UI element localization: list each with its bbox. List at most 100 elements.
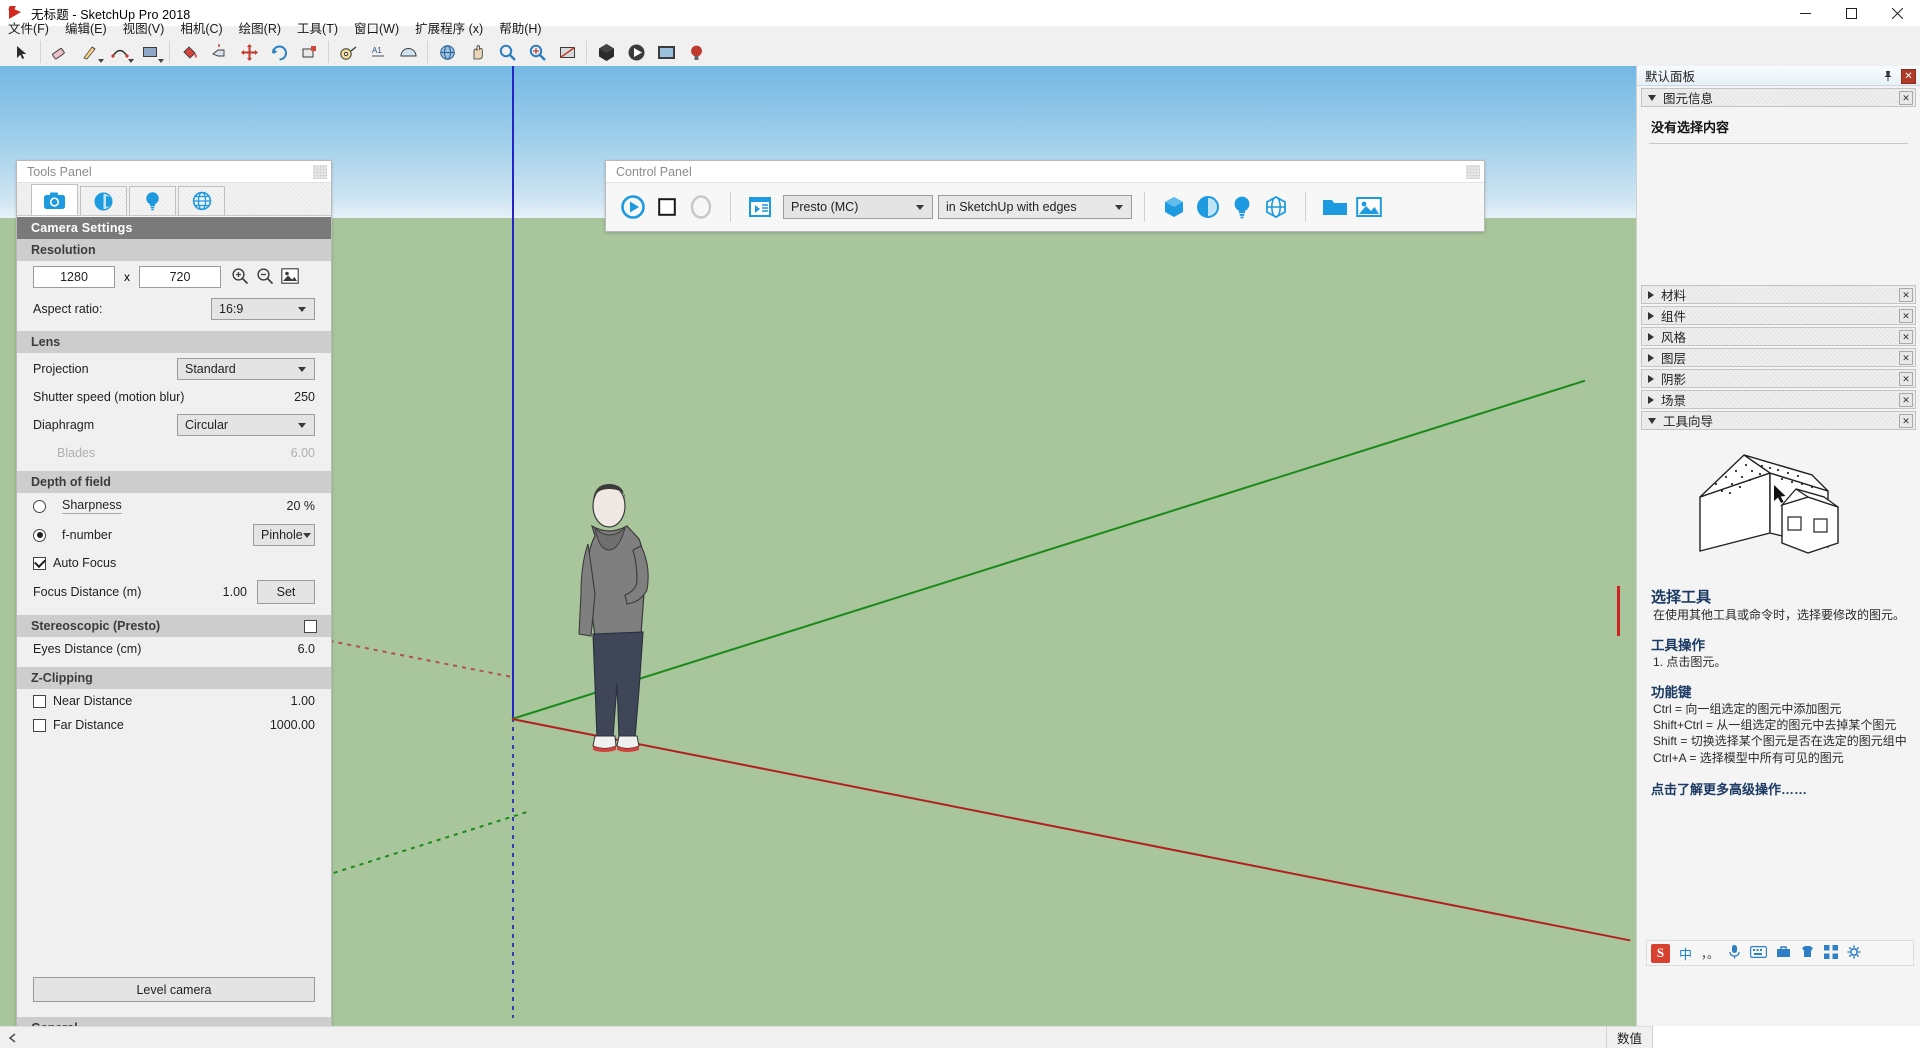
orbit-tool-button[interactable] (432, 39, 462, 65)
close-icon[interactable]: ✕ (1899, 372, 1913, 386)
ime-keyboard-icon[interactable] (1750, 945, 1768, 961)
pan-tool-button[interactable] (462, 39, 492, 65)
frame-buffer-button[interactable] (743, 190, 777, 224)
menu-edit[interactable]: 编辑(E) (57, 17, 115, 38)
stop-render-button[interactable] (650, 190, 684, 224)
menu-tools[interactable]: 工具(T) (289, 17, 346, 38)
tray-section-entity-info[interactable]: 图元信息 ✕ (1641, 88, 1916, 107)
shutter-speed-value[interactable]: 250 (294, 390, 315, 404)
vray-asset-editor-button[interactable] (591, 39, 621, 65)
open-folder-button[interactable] (1318, 190, 1352, 224)
select-tool-button[interactable] (6, 39, 36, 65)
near-distance-value[interactable]: 1.00 (291, 694, 315, 708)
resolution-width-input[interactable]: 1280 (33, 266, 115, 288)
rotate-tool-button[interactable] (264, 39, 294, 65)
zoom-in-icon[interactable] (231, 267, 249, 288)
close-icon[interactable]: ✕ (1899, 393, 1913, 407)
sogou-logo-icon[interactable]: S (1651, 943, 1670, 963)
tab-render[interactable] (80, 186, 127, 215)
menu-window[interactable]: 窗口(W) (346, 17, 407, 38)
tray-close-button[interactable]: ✕ (1901, 69, 1916, 84)
projection-select[interactable]: Standard (177, 358, 315, 380)
status-expand-icon[interactable] (4, 1029, 22, 1047)
auto-focus-checkbox[interactable] (33, 556, 46, 570)
close-icon[interactable]: ✕ (1899, 91, 1913, 105)
menu-camera[interactable]: 相机(C) (172, 17, 230, 38)
paint-bucket-button[interactable] (174, 39, 204, 65)
set-focus-button[interactable]: Set (257, 580, 315, 604)
tab-camera[interactable] (31, 184, 78, 215)
ime-lang-chinese[interactable]: 中 (1679, 944, 1692, 963)
scale-tool-button[interactable] (294, 39, 324, 65)
render-engine-select[interactable]: Presto (MC) (783, 195, 933, 219)
tools-panel-header[interactable]: Tools Panel (17, 161, 331, 183)
chevron-down-icon[interactable] (98, 59, 104, 63)
aspect-ratio-select[interactable]: 16:9 (211, 298, 315, 320)
tray-section-instructor[interactable]: 工具向导 ✕ (1641, 411, 1916, 430)
pushpull-tool-button[interactable] (204, 39, 234, 65)
tray-section-scenes[interactable]: 场景 ✕ (1641, 390, 1916, 409)
close-icon[interactable]: ✕ (1899, 288, 1913, 302)
rectangle-tool-button[interactable] (135, 39, 165, 65)
pause-render-button[interactable] (684, 190, 718, 224)
tab-environment[interactable] (178, 186, 225, 215)
ime-apps-icon[interactable] (1824, 944, 1839, 962)
close-icon[interactable]: ✕ (1899, 309, 1913, 323)
vray-tools-panel[interactable]: Tools Panel Camera Settings Resolution 1… (16, 160, 332, 1026)
zoom-tool-button[interactable] (492, 39, 522, 65)
ime-punctuation-toggle[interactable]: ，。 (1701, 945, 1719, 962)
ime-skin-icon[interactable] (1800, 945, 1815, 961)
tray-section-styles[interactable]: 风格 ✕ (1641, 327, 1916, 346)
level-camera-button[interactable]: Level camera (33, 977, 315, 1002)
environment-button[interactable] (1259, 190, 1293, 224)
tray-section-layers[interactable]: 图层 ✕ (1641, 348, 1916, 367)
tray-section-materials[interactable]: 材料 ✕ (1641, 285, 1916, 304)
render-output-select[interactable]: in SketchUp with edges (938, 195, 1132, 219)
diaphragm-select[interactable]: Circular (177, 414, 315, 436)
vray-render-button[interactable] (621, 39, 651, 65)
text-tool-button[interactable]: A1 (363, 39, 393, 65)
zoom-extents-button[interactable] (522, 39, 552, 65)
menu-extensions[interactable]: 扩展程序 (x) (407, 17, 491, 38)
image-aspect-icon[interactable] (281, 267, 299, 287)
tape-measure-button[interactable] (333, 39, 363, 65)
resolution-height-input[interactable]: 720 (139, 266, 221, 288)
pin-icon[interactable] (1882, 70, 1894, 82)
ime-toolbox-icon[interactable] (1776, 945, 1791, 961)
stereoscopic-checkbox[interactable] (304, 619, 317, 633)
menu-help[interactable]: 帮助(H) (491, 17, 549, 38)
resize-grip-icon[interactable] (313, 165, 327, 179)
fnumber-select[interactable]: Pinhole (253, 524, 315, 546)
render-button[interactable] (616, 190, 650, 224)
lights-button[interactable] (1225, 190, 1259, 224)
geometry-button[interactable] (1157, 190, 1191, 224)
menu-view[interactable]: 视图(V) (115, 17, 173, 38)
control-panel-header[interactable]: Control Panel (606, 161, 1484, 183)
chevron-down-icon[interactable] (128, 59, 134, 63)
far-distance-checkbox[interactable] (33, 718, 46, 732)
tray-section-shadows[interactable]: 阴影 ✕ (1641, 369, 1916, 388)
sharpness-value[interactable]: 20 % (287, 499, 316, 513)
focus-distance-value[interactable]: 1.00 (223, 585, 247, 599)
far-distance-value[interactable]: 1000.00 (270, 718, 315, 732)
vray-control-panel[interactable]: Control Panel Presto (MC) in SketchUp wi… (605, 160, 1485, 232)
close-icon[interactable]: ✕ (1899, 414, 1913, 428)
section-plane-button[interactable] (552, 39, 582, 65)
move-tool-button[interactable] (234, 39, 264, 65)
vray-interactive-button[interactable] (681, 39, 711, 65)
ime-settings-gear-icon[interactable] (1847, 945, 1861, 962)
sharpness-radio[interactable] (33, 499, 46, 513)
protractor-button[interactable] (393, 39, 423, 65)
model-viewport[interactable]: Tools Panel Camera Settings Resolution 1… (0, 66, 1636, 1026)
near-distance-checkbox[interactable] (33, 694, 46, 708)
measurement-input[interactable] (1652, 1026, 1920, 1048)
menu-file[interactable]: 文件(F) (0, 17, 57, 38)
material-button[interactable] (1191, 190, 1225, 224)
eraser-tool-button[interactable] (45, 39, 75, 65)
menu-draw[interactable]: 绘图(R) (231, 17, 289, 38)
chevron-down-icon[interactable] (158, 59, 164, 63)
ime-voice-input-icon[interactable] (1728, 944, 1741, 962)
arc-tool-button[interactable] (105, 39, 135, 65)
tray-section-components[interactable]: 组件 ✕ (1641, 306, 1916, 325)
close-icon[interactable]: ✕ (1899, 330, 1913, 344)
